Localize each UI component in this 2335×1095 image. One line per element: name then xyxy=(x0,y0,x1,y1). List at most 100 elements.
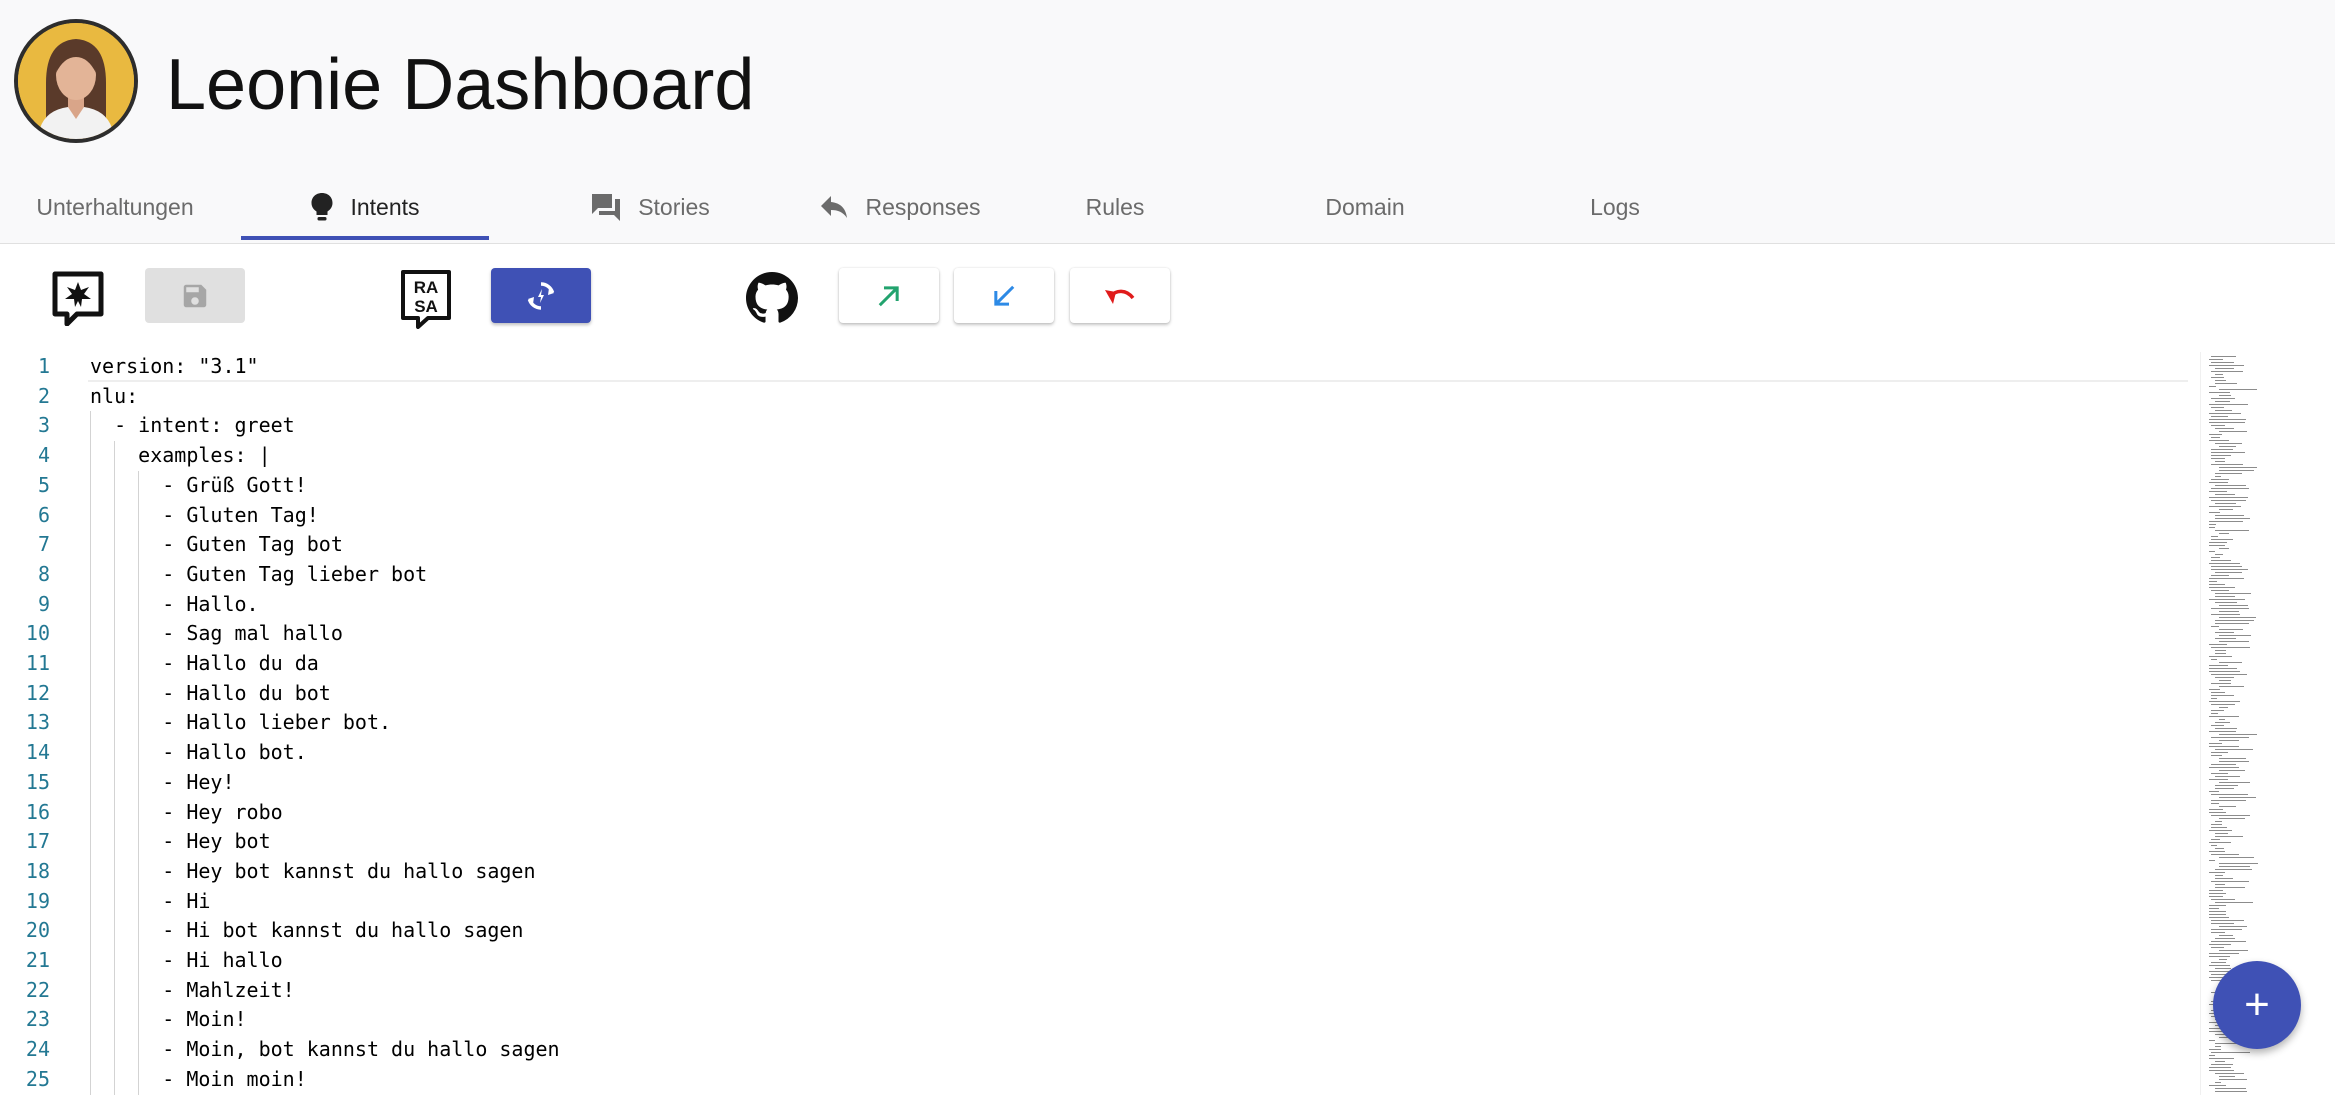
minimap-line xyxy=(2219,761,2249,762)
minimap-line xyxy=(2219,533,2229,534)
minimap-line xyxy=(2209,791,2219,792)
code-line[interactable]: 19 - Hi xyxy=(0,887,2190,917)
minimap-line xyxy=(2219,680,2231,681)
code-line[interactable]: 17 - Hey bot xyxy=(0,827,2190,857)
minimap-line xyxy=(2211,947,2224,948)
code-line[interactable]: 9 - Hallo. xyxy=(0,590,2190,620)
rasa-button[interactable]: RA SA xyxy=(398,268,454,330)
minimap-line xyxy=(2211,407,2224,408)
line-text: - Hallo lieber bot. xyxy=(90,710,392,735)
minimap-line xyxy=(2209,896,2223,897)
add-button[interactable]: + xyxy=(2213,961,2301,1049)
minimap-line xyxy=(2209,665,2228,666)
line-text: - Hi xyxy=(90,888,211,913)
minimap-line xyxy=(2215,884,2225,885)
import-button[interactable] xyxy=(954,268,1054,323)
page-title: Leonie Dashboard xyxy=(166,45,755,125)
minimap-line xyxy=(2209,545,2225,546)
export-button[interactable] xyxy=(839,268,939,323)
tab-label: Rules xyxy=(1085,193,1145,220)
code-line[interactable]: 1 version: "3.1" xyxy=(0,352,2190,382)
code-line[interactable]: 22 - Mahlzeit! xyxy=(0,976,2190,1006)
minimap-line xyxy=(2209,743,2222,744)
minimap-line xyxy=(2219,866,2250,867)
code-line[interactable]: 16 - Hey robo xyxy=(0,798,2190,828)
code-line[interactable]: 25 - Moin moin! xyxy=(0,1065,2190,1095)
code-line[interactable]: 11 - Hallo du da xyxy=(0,649,2190,679)
minimap-line xyxy=(2215,1082,2221,1083)
line-number: 23 xyxy=(25,1007,50,1032)
minimap-line xyxy=(2215,869,2252,870)
code-editor[interactable]: 1 version: "3.1" 2 nlu: 3 - intent: greet 4 e… xyxy=(0,352,2335,1095)
minimap-line xyxy=(2211,608,2249,609)
minimap-line xyxy=(2215,596,2235,597)
code-line[interactable]: 21 - Hi hallo xyxy=(0,946,2190,976)
tab-domain[interactable]: Domain xyxy=(1280,172,1450,242)
code-line[interactable]: 8 - Guten Tag lieber bot xyxy=(0,560,2190,590)
code-line[interactable]: 20 - Hi bot kannst du hallo sagen xyxy=(0,916,2190,946)
save-icon xyxy=(183,284,207,307)
minimap-line xyxy=(2219,782,2250,783)
line-number: 16 xyxy=(25,799,50,824)
minimap-line xyxy=(2211,536,2218,537)
minimap-line xyxy=(2209,1070,2234,1071)
minimap-line xyxy=(2211,941,2246,942)
undo-button[interactable] xyxy=(1070,268,1170,323)
code-line[interactable]: 2 nlu: xyxy=(0,382,2190,412)
minimap-line xyxy=(2211,458,2225,459)
minimap-line xyxy=(2209,1055,2215,1056)
tab-unterhaltungen[interactable]: Unterhaltungen xyxy=(0,172,230,242)
line-text: - Hey! xyxy=(90,769,235,794)
line-text: - Hey robo xyxy=(90,799,283,824)
line-text: nlu: xyxy=(90,383,139,408)
minimap-line xyxy=(2215,968,2231,969)
minimap-line xyxy=(2211,362,2234,363)
save-button[interactable] xyxy=(145,268,245,323)
minimap-line xyxy=(2215,776,2240,777)
minimap-line xyxy=(2209,584,2225,585)
minimap-line xyxy=(2211,647,2250,648)
train-button[interactable] xyxy=(491,268,591,323)
tab-logs[interactable]: Logs xyxy=(1530,172,1700,242)
minimap-line xyxy=(2211,449,2233,450)
minimap-line xyxy=(2209,521,2243,522)
tab-intents[interactable]: Intents xyxy=(241,172,489,242)
minimap-line xyxy=(2209,767,2239,768)
tab-responses[interactable]: Responses xyxy=(770,172,1030,242)
minimap-line xyxy=(2219,509,2233,510)
export-arrow-icon xyxy=(878,285,899,306)
code-line[interactable]: 15 - Hey! xyxy=(0,768,2190,798)
code-line[interactable]: 18 - Hey bot kannst du hallo sagen xyxy=(0,857,2190,887)
active-tab-indicator xyxy=(241,236,489,240)
tab-label: Logs xyxy=(1590,193,1640,220)
minimap-line xyxy=(2209,914,2226,915)
minimap-line xyxy=(2211,437,2220,438)
code-line[interactable]: 7 - Guten Tag bot xyxy=(0,530,2190,560)
code-line[interactable]: 10 - Sag mal hallo xyxy=(0,619,2190,649)
line-text: - Guten Tag bot xyxy=(90,532,343,557)
minimap-line xyxy=(2209,527,2215,528)
github-button[interactable] xyxy=(745,271,799,325)
minimap-line xyxy=(2215,485,2246,486)
minimap-line xyxy=(2219,770,2245,771)
code-line[interactable]: 23 - Moin! xyxy=(0,1005,2190,1035)
minimap-line xyxy=(2209,506,2241,507)
minimap-line xyxy=(2215,554,2223,555)
code-line[interactable]: 14 - Hallo bot. xyxy=(0,738,2190,768)
minimap-line xyxy=(2209,842,2231,843)
tab-rules[interactable]: Rules xyxy=(1030,172,1200,242)
code-line[interactable]: 3 - intent: greet xyxy=(0,411,2190,441)
code-line[interactable]: 4 examples: | xyxy=(0,441,2190,471)
code-line[interactable]: 6 - Gluten Tag! xyxy=(0,501,2190,531)
code-line[interactable]: 5 - Grüß Gott! xyxy=(0,471,2190,501)
code-line[interactable]: 12 - Hallo du bot xyxy=(0,679,2190,709)
minimap-line xyxy=(2219,857,2254,858)
minimap-line xyxy=(2215,572,2242,573)
minimap-line xyxy=(2209,422,2245,423)
rasa-x-button[interactable] xyxy=(50,270,106,326)
minimap-line xyxy=(2211,794,2248,795)
code-line[interactable]: 13 - Hallo lieber bot. xyxy=(0,708,2190,738)
tab-stories[interactable]: Stories xyxy=(530,172,770,242)
minimap-line xyxy=(2209,944,2231,945)
code-line[interactable]: 24 - Moin, bot kannst du hallo sagen xyxy=(0,1035,2190,1065)
